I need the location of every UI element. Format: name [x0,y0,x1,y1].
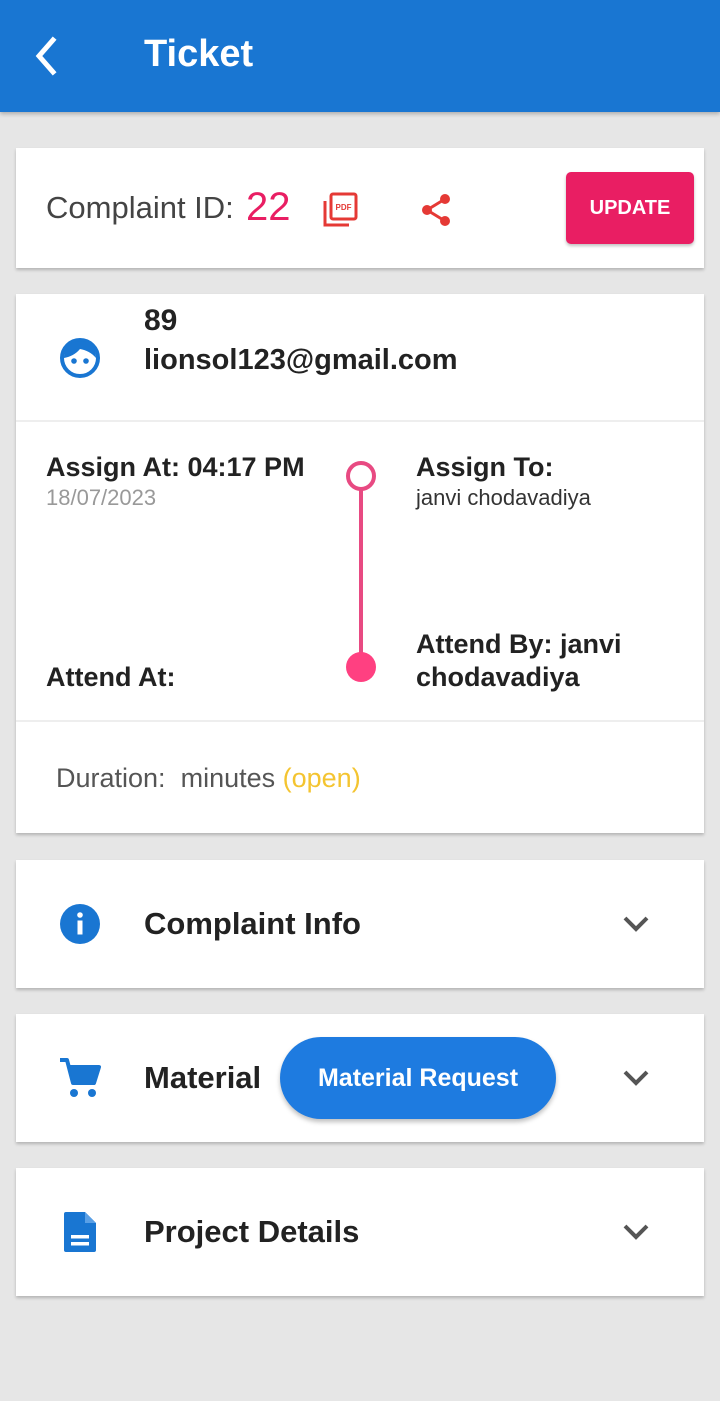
user-number: 89 [144,304,178,337]
timeline-line [359,490,363,655]
complaint-id-value: 22 [246,185,291,229]
cart-icon [58,1056,102,1100]
divider [16,420,704,422]
update-button[interactable]: UPDATE [566,172,694,244]
chevron-down-icon[interactable] [616,1214,656,1250]
section-title: Material [144,1060,262,1095]
material-request-button[interactable]: Material Request [280,1037,556,1119]
face-icon [60,338,100,378]
duration-row: Duration: minutes (open) [56,763,361,794]
section-title: Complaint Info [144,906,361,941]
assign-to-name: janvi chodavadiya [416,485,591,510]
ticket-info-card: 89 lionsol123@gmail.com Assign At: 04:17… [16,294,704,833]
page-title: Ticket [144,33,254,75]
project-details-section[interactable]: Project Details [16,1168,704,1296]
duration-value: minutes [180,763,276,793]
divider [16,720,704,722]
assign-at-label: Assign At: 04:17 PM [46,452,305,482]
section-title: Project Details [144,1214,360,1249]
chevron-down-icon[interactable] [616,1060,656,1096]
duration-status: (open) [282,763,361,793]
timeline-start-dot [346,461,376,491]
document-icon [58,1210,102,1254]
share-button[interactable] [412,186,460,234]
app-bar: Ticket [0,0,720,112]
complaint-info-section[interactable]: Complaint Info [16,860,704,988]
timeline-end-dot [346,652,376,682]
pdf-button[interactable]: PDF [316,186,364,234]
svg-text:PDF: PDF [336,203,352,212]
complaint-id-label: Complaint ID: [46,190,234,225]
info-icon [58,902,102,946]
attend-at-label: Attend At: [46,662,176,692]
attend-by-label: Attend By: janvi chodavadiya [416,629,622,692]
material-section[interactable]: Material Material Request [16,1014,704,1142]
assign-date: 18/07/2023 [46,485,157,510]
arrow-back-icon [35,36,57,76]
chevron-down-icon[interactable] [616,906,656,942]
user-email: lionsol123@gmail.com [144,344,458,376]
pdf-icon: PDF [323,192,358,227]
back-button[interactable] [20,28,76,84]
complaint-id-card: Complaint ID: 22 PDF UPDATE [16,148,704,268]
share-icon [422,194,450,226]
duration-label: Duration: [56,763,166,793]
assign-to-label: Assign To: [416,452,554,482]
